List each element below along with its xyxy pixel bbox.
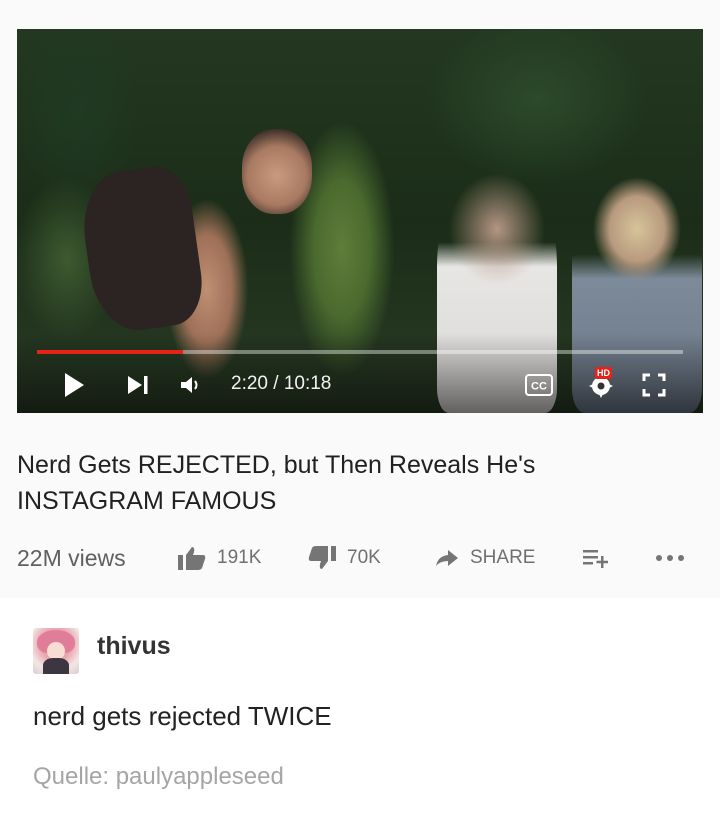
more-horiz-icon	[656, 555, 684, 561]
tumblr-post: thivus nerd gets rejected TWICE Quelle: …	[0, 598, 720, 817]
stats-row: 22M views 191K 70K SHARE	[17, 540, 707, 576]
post-source[interactable]: Quelle: paulyappleseed	[33, 763, 284, 791]
settings-button[interactable]: HD	[583, 367, 619, 401]
fullscreen-button[interactable]	[639, 369, 669, 401]
video-player[interactable]: 2:20 / 10:18 CC HD	[17, 29, 703, 413]
hd-badge: HD	[595, 367, 612, 379]
thumbs-up-icon	[178, 547, 206, 570]
dislike-count: 70K	[347, 547, 381, 568]
svg-text:CC: CC	[531, 381, 547, 393]
add-to-playlist-icon	[583, 550, 608, 568]
share-button[interactable]: SHARE	[434, 540, 535, 576]
captions-button[interactable]: CC	[523, 369, 555, 401]
next-icon	[128, 376, 148, 394]
video-frame-man-head	[242, 129, 312, 214]
youtube-card: 2:20 / 10:18 CC HD Nerd Gets REJECTED, b…	[0, 0, 720, 598]
more-options-button[interactable]	[655, 540, 695, 576]
avatar[interactable]	[33, 628, 79, 674]
like-button[interactable]: 191K	[177, 540, 261, 576]
play-icon	[65, 373, 84, 397]
post-text: nerd gets rejected TWICE	[33, 701, 332, 731]
thumbs-down-icon	[308, 546, 336, 569]
next-button[interactable]	[123, 369, 153, 401]
cc-icon: CC	[525, 374, 553, 396]
time-display: 2:20 / 10:18	[231, 373, 332, 394]
share-arrow-icon	[436, 550, 458, 566]
avatar-body	[43, 658, 69, 674]
add-to-playlist-button[interactable]	[582, 540, 620, 576]
view-count: 22M views	[17, 545, 126, 571]
dislike-button[interactable]: 70K	[307, 540, 381, 576]
progress-fill	[37, 350, 184, 354]
play-button[interactable]	[59, 369, 89, 401]
post-username[interactable]: thivus	[97, 632, 171, 661]
video-title: Nerd Gets REJECTED, but Then Reveals He'…	[17, 451, 536, 515]
volume-icon	[181, 377, 198, 393]
fullscreen-icon	[642, 373, 666, 397]
volume-button[interactable]	[175, 369, 205, 401]
like-count: 191K	[217, 547, 262, 568]
share-label: SHARE	[470, 547, 536, 568]
progress-bar[interactable]	[37, 350, 683, 354]
